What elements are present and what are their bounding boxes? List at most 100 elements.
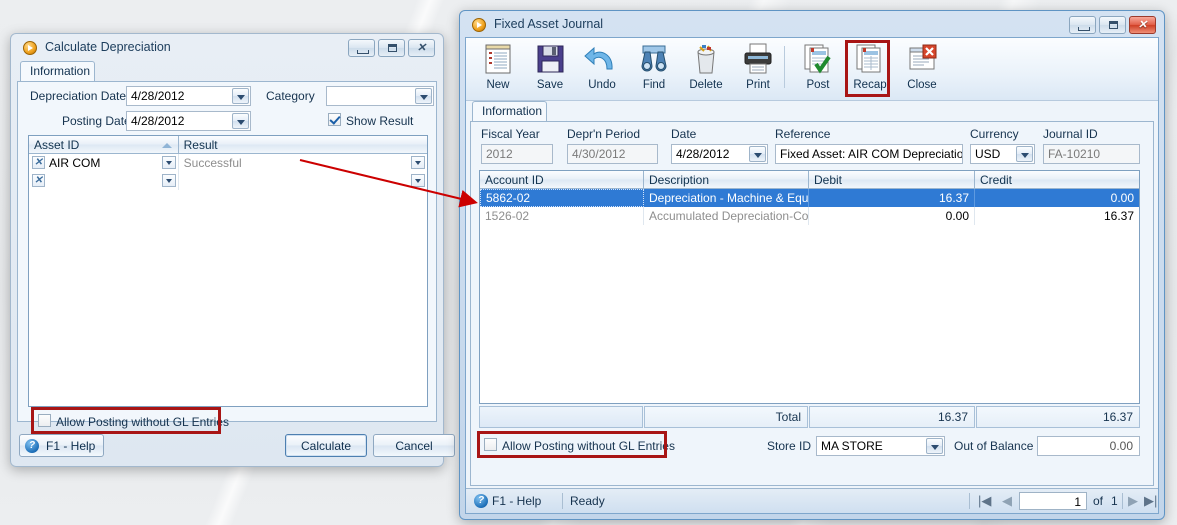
out-of-balance-field[interactable]: 0.00 (1037, 436, 1140, 456)
table-row[interactable]: 1526-02 Accumulated Depreciation-Cor... … (480, 207, 1139, 225)
cell-description[interactable]: Depreciation - Machine & Equi... (644, 189, 809, 207)
toolbar-label: Close (907, 79, 937, 91)
cell-credit[interactable]: 16.37 (975, 207, 1139, 225)
column-header-description[interactable]: Description (644, 171, 809, 188)
cell-asset-id[interactable]: ✕ (29, 172, 179, 190)
calculate-button[interactable]: Calculate (285, 434, 367, 457)
first-record-icon[interactable]: |◀ (978, 493, 991, 509)
floppy-disk-icon (530, 42, 570, 76)
column-header-credit[interactable]: Credit (975, 171, 1139, 188)
app-orb-icon (472, 18, 486, 32)
previous-record-icon[interactable]: ◀ (1002, 493, 1012, 509)
allow-posting-highlight-left (31, 407, 221, 434)
chevron-down-icon[interactable] (411, 174, 425, 187)
column-header-account-id[interactable]: Account ID (480, 171, 644, 188)
depr-period-field[interactable]: 4/30/2012 (567, 144, 658, 164)
cell-credit[interactable]: 0.00 (975, 189, 1139, 207)
calculate-label: Calculate (300, 438, 352, 453)
toolbar-save-button[interactable]: Save (522, 42, 578, 91)
cancel-button[interactable]: Cancel (373, 434, 455, 457)
journal-entry-grid[interactable]: Account ID Description Debit Credit 5862… (479, 170, 1140, 404)
cell-description[interactable]: Accumulated Depreciation-Cor... (644, 207, 809, 225)
chevron-down-icon[interactable] (1016, 146, 1033, 162)
tab-label: Information (482, 104, 543, 118)
journal-id-label: Journal ID (1043, 127, 1098, 141)
journal-id-value: FA-10210 (1048, 147, 1101, 161)
chevron-down-icon[interactable] (926, 438, 943, 454)
store-id-combo[interactable]: MA STORE (816, 436, 945, 456)
delete-row-icon[interactable]: ✕ (32, 174, 45, 187)
journal-id-field[interactable]: FA-10210 (1043, 144, 1140, 164)
left-minimize-button[interactable] (348, 39, 375, 57)
chevron-down-icon[interactable] (749, 146, 766, 162)
toolbar-post-button[interactable]: Post (790, 42, 846, 91)
column-header-result[interactable]: Result (179, 136, 427, 153)
statusbar-separator (562, 493, 563, 509)
tab-information-left[interactable]: Information (20, 61, 95, 81)
fixed-asset-journal-window[interactable]: Fixed Asset Journal ✕ New Save Undo Find… (459, 10, 1165, 520)
total-label: Total (644, 406, 808, 428)
currency-combo[interactable]: USD (970, 144, 1035, 164)
date-combo[interactable]: 4/28/2012 (671, 144, 768, 164)
toolbar-label: Post (806, 79, 830, 91)
cell-debit[interactable]: 0.00 (809, 207, 975, 225)
cell-result[interactable] (179, 172, 427, 190)
nav-separator-left (969, 493, 970, 509)
out-of-balance-label: Out of Balance (954, 439, 1034, 453)
toolbar-close-button[interactable]: Close (894, 42, 950, 91)
store-id-value: MA STORE (821, 439, 883, 453)
category-label: Category (266, 89, 315, 103)
chevron-down-icon[interactable] (415, 88, 432, 104)
depr-period-label: Depr'n Period (567, 127, 640, 141)
chevron-down-icon[interactable] (232, 88, 249, 104)
reference-value: Fixed Asset: AIR COM Depreciation (780, 147, 963, 161)
tab-information-right[interactable]: Information (472, 101, 547, 121)
asset-result-grid[interactable]: Asset ID Result ✕ AIR COM Successful ✕ (28, 135, 428, 407)
table-row[interactable]: ✕ (29, 172, 427, 190)
cell-result[interactable]: Successful (179, 154, 427, 172)
left-close-button[interactable]: ✕ (408, 39, 435, 57)
show-result-checkbox[interactable] (328, 113, 341, 126)
toolbar-undo-button[interactable]: Undo (574, 42, 630, 91)
right-window-titlebar[interactable]: Fixed Asset Journal ✕ (460, 11, 1164, 39)
toolbar-new-button[interactable]: New (470, 42, 526, 91)
cell-debit[interactable]: 16.37 (809, 189, 975, 207)
fiscal-year-field[interactable]: 2012 (481, 144, 553, 164)
toolbar-delete-button[interactable]: Delete (678, 42, 734, 91)
right-maximize-button[interactable] (1099, 16, 1126, 34)
cancel-label: Cancel (395, 438, 433, 453)
chevron-down-icon[interactable] (411, 156, 425, 169)
table-row[interactable]: ✕ AIR COM Successful (29, 154, 427, 172)
toolbar-label: Find (642, 79, 666, 91)
statusbar-help-label[interactable]: F1 - Help (492, 494, 541, 508)
calculate-depreciation-window[interactable]: Calculate Depreciation ✕ Information Dep… (10, 33, 455, 467)
column-header-debit[interactable]: Debit (809, 171, 975, 188)
cell-account-id[interactable]: 1526-02 (480, 207, 644, 225)
table-row[interactable]: 5862-02 Depreciation - Machine & Equi...… (480, 189, 1139, 207)
last-record-icon[interactable]: ▶| (1144, 493, 1157, 509)
right-close-button[interactable]: ✕ (1129, 16, 1156, 34)
delete-row-icon[interactable]: ✕ (32, 156, 45, 169)
depreciation-date-combo[interactable]: 4/28/2012 (126, 86, 251, 106)
cell-account-id[interactable]: 5862-02 (480, 189, 644, 207)
toolbar-print-button[interactable]: Print (730, 42, 786, 91)
chevron-down-icon[interactable] (232, 113, 249, 129)
chevron-down-icon[interactable] (161, 174, 176, 187)
printer-icon (738, 42, 778, 76)
help-icon: ? (25, 439, 39, 453)
chevron-down-icon[interactable] (161, 156, 176, 169)
category-combo[interactable] (326, 86, 434, 106)
reference-field[interactable]: Fixed Asset: AIR COM Depreciation (775, 144, 963, 164)
record-number-input[interactable]: 1 (1019, 492, 1087, 510)
store-id-label: Store ID (767, 439, 812, 453)
allow-posting-highlight-right (477, 431, 667, 458)
next-record-icon[interactable]: ▶ (1128, 493, 1138, 509)
posting-date-combo[interactable]: 4/28/2012 (126, 111, 251, 131)
right-minimize-button[interactable] (1069, 16, 1096, 34)
toolbar-find-button[interactable]: Find (626, 42, 682, 91)
f1-help-button-left[interactable]: ? F1 - Help (19, 434, 104, 457)
left-maximize-button[interactable] (378, 39, 405, 57)
cell-asset-id[interactable]: ✕ AIR COM (29, 154, 179, 172)
left-window-titlebar[interactable]: Calculate Depreciation ✕ (11, 34, 443, 62)
column-header-asset-id[interactable]: Asset ID (29, 136, 179, 153)
